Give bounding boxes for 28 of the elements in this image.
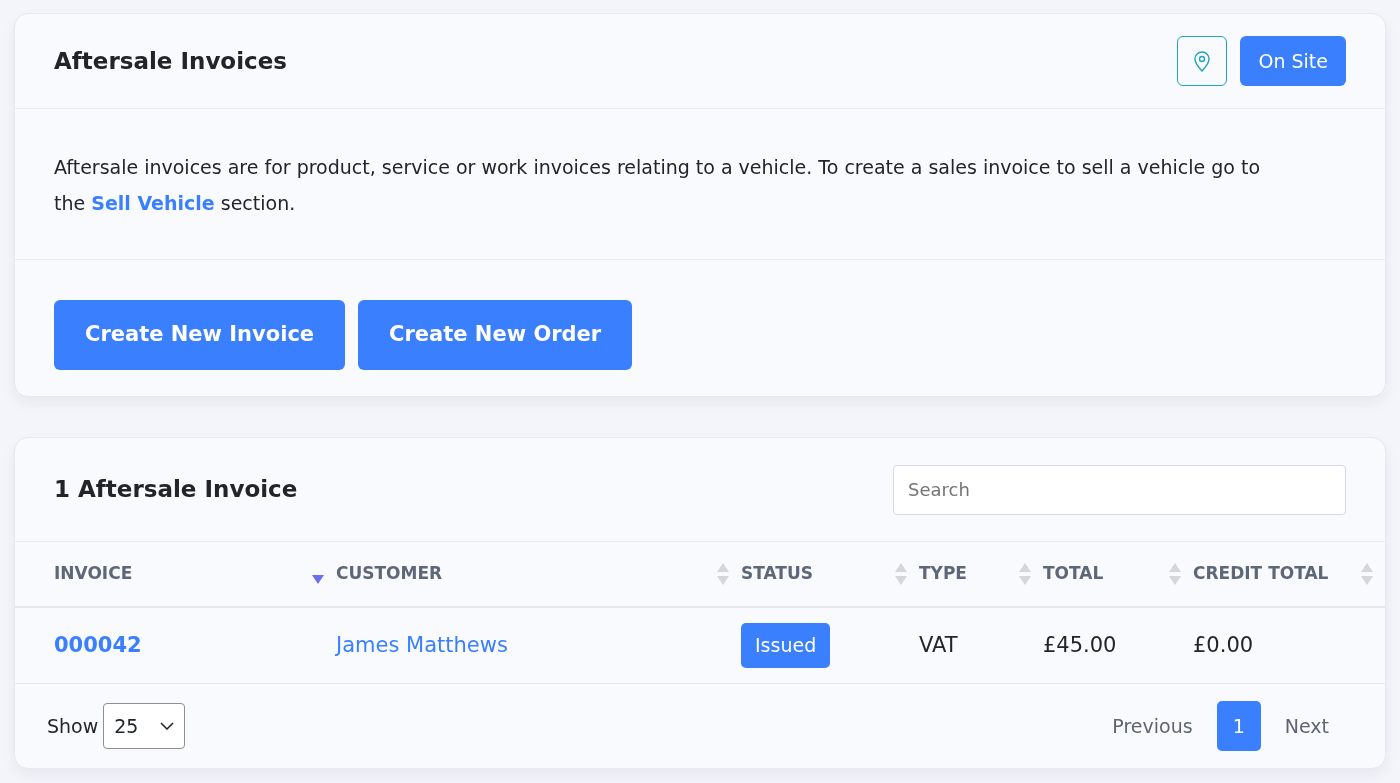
customer-link[interactable]: James Matthews (336, 632, 508, 657)
location-button[interactable] (1177, 36, 1228, 86)
search-field[interactable]: Search (893, 464, 1346, 515)
column-header[interactable]: CUSTOMER (336, 561, 741, 587)
sell-vehicle-link[interactable]: Sell Vehicle (91, 192, 215, 214)
create-invoice-button[interactable]: Create New Invoice (54, 300, 346, 370)
table-cell: VAT (919, 632, 958, 657)
column-header[interactable]: INVOICE (54, 561, 336, 587)
show-label: Show (47, 713, 99, 739)
chevron-down-icon (160, 722, 175, 730)
pagination-button[interactable]: Next (1266, 701, 1347, 751)
description-text: Aftersale invoices are for product, service or work invoices relating to a vehicle. To create a sales invoice to sell a vehicle go to the Sell Vehicle section. (15, 109, 1385, 260)
page-size-select[interactable]: 25 (103, 703, 186, 749)
card-title: Aftersale Invoices (54, 46, 287, 76)
status-badge: Issued (741, 623, 831, 668)
column-header[interactable]: CREDIT TOTAL (1193, 561, 1385, 587)
column-header[interactable]: STATUS (741, 561, 919, 587)
column-header[interactable]: TOTAL (1043, 561, 1193, 587)
table-cell: £45.00 (1043, 632, 1117, 657)
invoice-number-link[interactable]: 000042 (54, 632, 142, 657)
table-cell: £0.00 (1193, 632, 1254, 657)
column-header[interactable]: TYPE (919, 561, 1043, 587)
pagination-button[interactable]: Previous (1094, 701, 1211, 751)
card-title: 1 Aftersale Invoice (54, 475, 298, 505)
on-site-button[interactable]: On Site (1240, 36, 1346, 86)
create-order-button[interactable]: Create New Order (358, 300, 633, 370)
pagination-button[interactable]: 1 (1216, 701, 1261, 751)
map-pin-icon (1194, 50, 1211, 72)
